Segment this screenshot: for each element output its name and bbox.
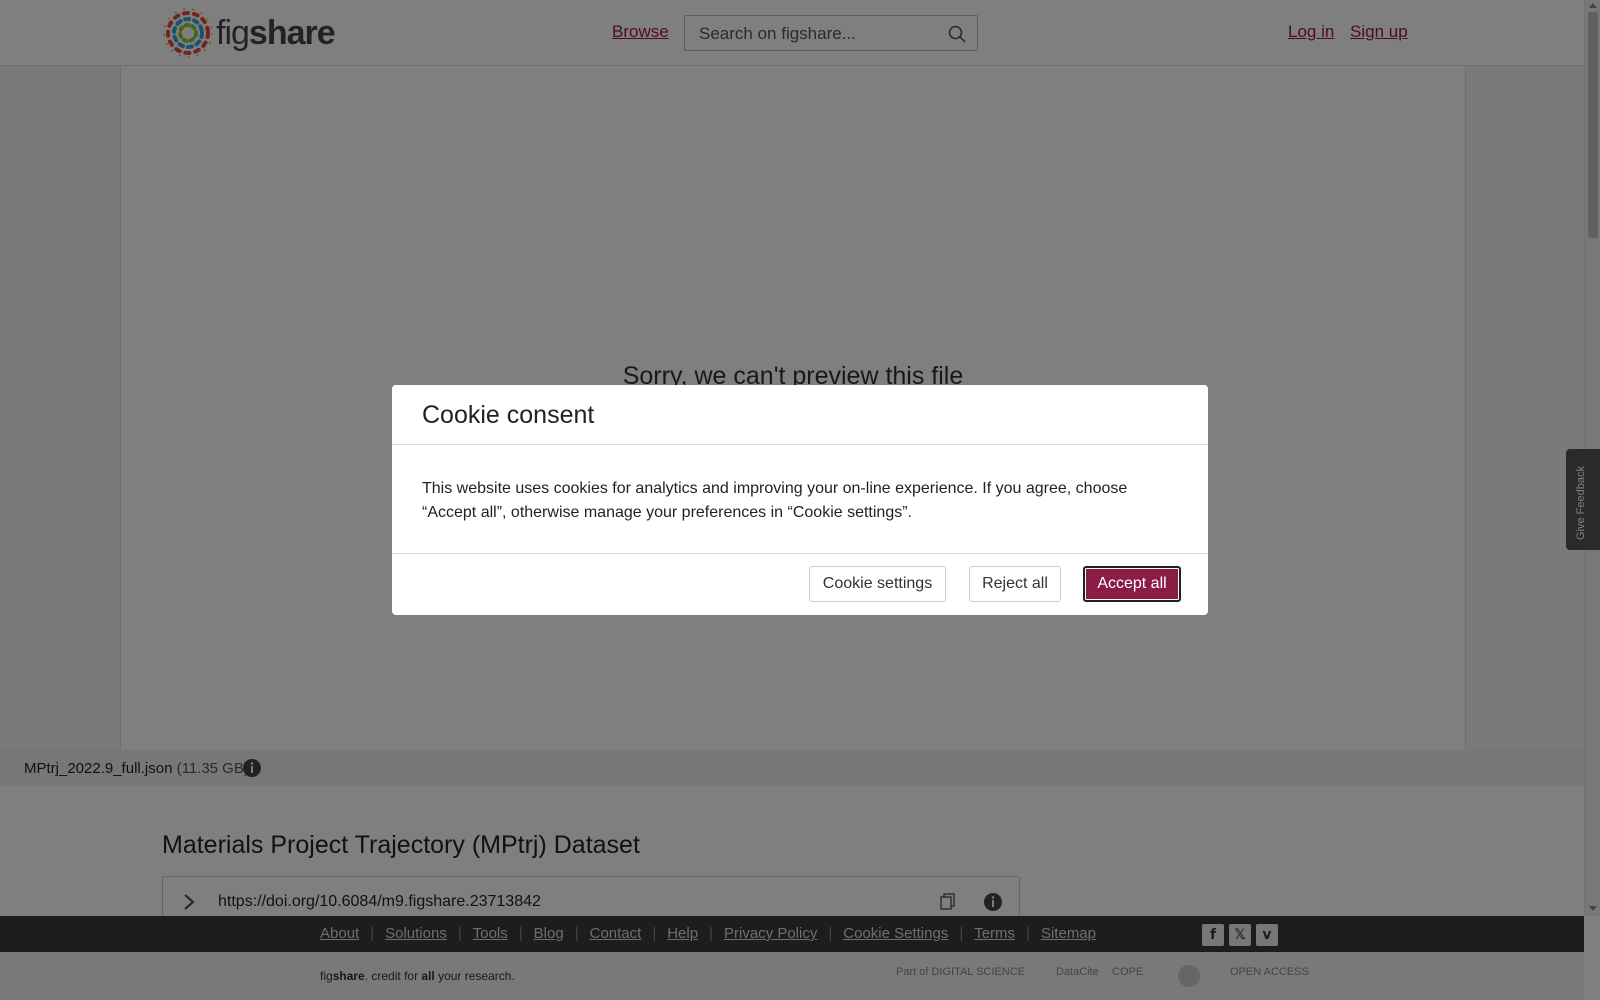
reject-all-button[interactable]: Reject all <box>969 566 1061 602</box>
modal-footer: Cookie settings Reject all Accept all <box>392 554 1208 614</box>
modal-header: Cookie consent <box>392 385 1208 445</box>
modal-body: This website uses cookies for analytics … <box>392 445 1208 554</box>
modal-title: Cookie consent <box>422 401 595 429</box>
accept-all-button[interactable]: Accept all <box>1083 566 1181 602</box>
cookie-message: This website uses cookies for analytics … <box>422 480 1128 521</box>
cookie-consent-dialog: Cookie consent This website uses cookies… <box>392 385 1208 615</box>
cookie-settings-button[interactable]: Cookie settings <box>809 566 946 602</box>
